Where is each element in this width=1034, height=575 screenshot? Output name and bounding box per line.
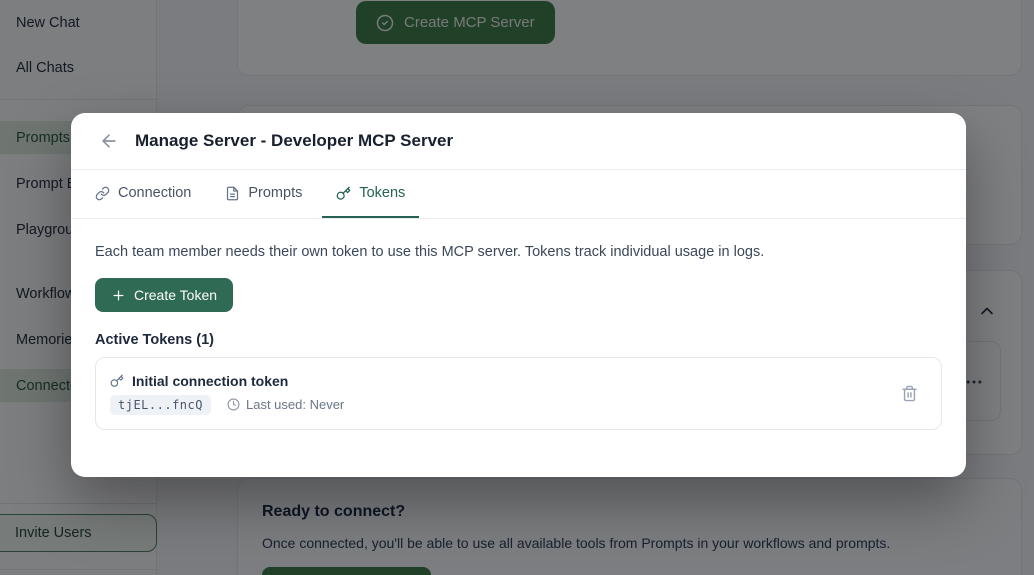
token-description: Each team member needs their own token t… — [95, 244, 942, 260]
app-screen: New Chat All Chats Prompts Prompt Builde… — [0, 0, 1034, 575]
modal-body: Each team member needs their own token t… — [71, 244, 966, 430]
create-token-button[interactable]: Create Token — [95, 278, 233, 312]
last-used-label: Last used: Never — [246, 397, 344, 412]
back-arrow-icon[interactable] — [99, 131, 119, 151]
clock-icon — [227, 398, 240, 411]
key-icon — [110, 374, 124, 388]
document-icon — [225, 186, 240, 201]
active-tokens-heading: Active Tokens (1) — [95, 332, 942, 348]
modal-title: Manage Server - Developer MCP Server — [135, 131, 453, 151]
token-name: Initial connection token — [132, 373, 288, 389]
tab-connection[interactable]: Connection — [81, 170, 205, 218]
tab-prompts[interactable]: Prompts — [211, 170, 316, 218]
tab-tokens[interactable]: Tokens — [322, 170, 419, 218]
modal-tabs: Connection Prompts Tokens — [71, 170, 966, 219]
link-icon — [95, 186, 110, 201]
create-token-label: Create Token — [134, 287, 217, 303]
token-info: Initial connection token tjEL...fncQ Las… — [110, 373, 344, 415]
token-row: Initial connection token tjEL...fncQ Las… — [95, 357, 942, 430]
modal-header: Manage Server - Developer MCP Server — [71, 113, 966, 170]
plus-icon — [111, 288, 126, 303]
tab-label: Prompts — [248, 185, 302, 201]
token-last-used: Last used: Never — [227, 397, 344, 412]
key-icon — [336, 186, 351, 201]
token-preview-chip: tjEL...fncQ — [110, 395, 211, 415]
trash-icon[interactable] — [901, 384, 921, 404]
tab-label: Connection — [118, 185, 191, 201]
tab-label: Tokens — [359, 185, 405, 201]
manage-server-modal: Manage Server - Developer MCP Server Con… — [71, 113, 966, 477]
